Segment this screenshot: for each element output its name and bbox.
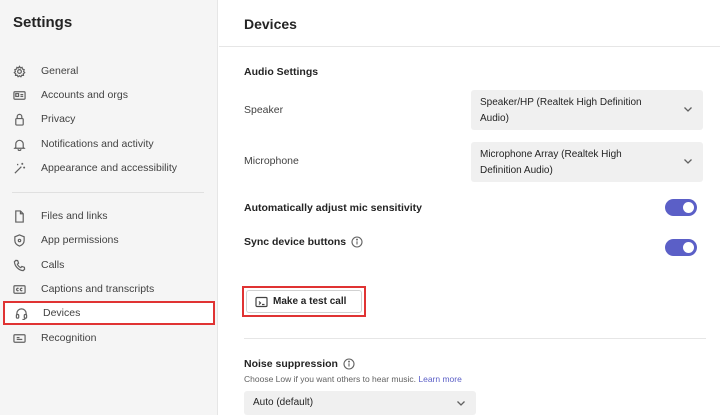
audio-settings-heading: Audio Settings: [244, 66, 319, 78]
noise-suppression-heading: Noise suppression: [244, 358, 355, 370]
page-title: Devices: [244, 16, 297, 32]
sidebar-item-app-permissions[interactable]: App permissions: [12, 229, 212, 251]
sidebar-item-label: Recognition: [41, 332, 97, 344]
sidebar-item-accounts[interactable]: Accounts and orgs: [12, 84, 212, 106]
speaker-label: Speaker: [244, 104, 284, 116]
noise-suppression-hint: Choose Low if you want others to hear mu…: [244, 374, 462, 384]
sidebar-item-label: Appearance and accessibility: [41, 162, 177, 174]
devices-panel: Devices Audio Settings Speaker Speaker/H…: [219, 0, 720, 415]
speaker-select-value-line2: Audio): [480, 113, 509, 124]
chevron-down-icon: [683, 104, 693, 114]
header-divider: [219, 46, 720, 47]
speaker-select[interactable]: Speaker/HP (Realtek High Definition Audi…: [471, 90, 703, 130]
learn-more-link[interactable]: Learn more: [418, 374, 461, 384]
shield-icon: [12, 233, 26, 247]
toggle-knob: [683, 242, 694, 253]
test-call-highlight: Make a test call: [242, 286, 366, 317]
microphone-label: Microphone: [244, 155, 299, 167]
auto-mic-sensitivity-toggle[interactable]: [665, 199, 697, 216]
sidebar-item-general[interactable]: General: [12, 60, 212, 82]
sidebar-item-notifications[interactable]: Notifications and activity: [12, 133, 212, 155]
lock-icon: [12, 112, 26, 126]
noise-suppression-title: Noise suppression: [244, 358, 338, 370]
info-icon[interactable]: [351, 236, 363, 248]
sync-device-buttons-toggle[interactable]: [665, 239, 697, 256]
sidebar-item-appearance[interactable]: Appearance and accessibility: [12, 157, 212, 179]
microphone-select-value-line2: Definition Audio): [480, 165, 553, 176]
noise-hint-text: Choose Low if you want others to hear mu…: [244, 374, 416, 384]
sidebar-item-label: Accounts and orgs: [41, 89, 128, 101]
sidebar-item-files[interactable]: Files and links: [12, 205, 212, 227]
sidebar-item-calls[interactable]: Calls: [12, 254, 212, 276]
chevron-down-icon: [456, 398, 466, 411]
closed-captions-icon: [12, 282, 26, 296]
info-icon[interactable]: [343, 358, 355, 370]
settings-sidebar: Settings General Accounts and orgs Priva…: [0, 0, 218, 415]
sidebar-item-label: Devices: [43, 307, 81, 319]
sidebar-item-label: General: [41, 65, 79, 77]
sidebar-item-devices[interactable]: Devices: [3, 301, 215, 325]
sidebar-item-label: Captions and transcripts: [41, 283, 155, 295]
auto-mic-sensitivity-text: Automatically adjust mic sensitivity: [244, 202, 422, 214]
sidebar-item-privacy[interactable]: Privacy: [12, 108, 212, 130]
sidebar-item-label: Privacy: [41, 113, 76, 125]
speaker-select-value-line1: Speaker/HP (Realtek High Definition: [480, 97, 642, 108]
make-test-call-label: Make a test call: [273, 296, 347, 307]
toggle-knob: [683, 202, 694, 213]
auto-mic-sensitivity-label: Automatically adjust mic sensitivity: [244, 202, 422, 214]
sidebar-item-recognition[interactable]: Recognition: [12, 327, 212, 349]
gear-icon: [12, 64, 26, 78]
section-divider: [244, 338, 706, 339]
phone-icon: [12, 258, 26, 272]
noise-suppression-select[interactable]: Auto (default): [244, 391, 476, 415]
magic-wand-icon: [12, 161, 26, 175]
recognition-icon: [12, 331, 26, 345]
document-icon: [12, 209, 26, 223]
sidebar-item-label: Calls: [41, 259, 65, 271]
microphone-select-value-line1: Microphone Array (Realtek High: [480, 149, 622, 160]
id-card-icon: [12, 88, 26, 102]
microphone-select[interactable]: Microphone Array (Realtek High Definitio…: [471, 142, 703, 182]
sidebar-item-label: Files and links: [41, 210, 108, 222]
sidebar-item-label: App permissions: [41, 234, 119, 246]
test-call-icon: [255, 296, 268, 307]
chevron-down-icon: [683, 156, 693, 166]
sidebar-title: Settings: [13, 14, 73, 31]
sidebar-item-label: Notifications and activity: [41, 138, 154, 150]
sidebar-item-captions[interactable]: Captions and transcripts: [12, 278, 212, 300]
sync-device-buttons-label: Sync device buttons: [244, 236, 363, 248]
headset-icon: [14, 306, 28, 320]
sidebar-divider: [12, 192, 204, 193]
noise-suppression-value: Auto (default): [253, 397, 314, 408]
bell-icon: [12, 137, 26, 151]
sync-device-buttons-text: Sync device buttons: [244, 236, 347, 248]
make-test-call-button[interactable]: Make a test call: [246, 290, 362, 313]
